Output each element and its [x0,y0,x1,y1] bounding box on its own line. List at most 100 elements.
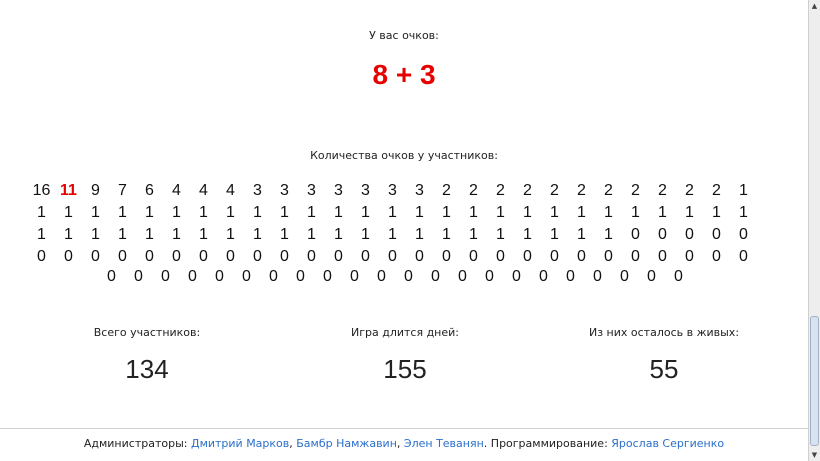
footer-programming-label: Программирование: [490,437,608,450]
points-value: 1 [118,226,127,243]
scroll-thumb[interactable] [810,316,819,446]
points-value: 0 [107,268,116,285]
footer-divider [0,428,808,429]
points-value: 1 [631,204,640,221]
points-value: 0 [145,248,154,265]
points-value: 1 [91,204,100,221]
points-value: 0 [631,248,640,265]
points-value: 1 [91,226,100,243]
points-row: 0 0 0 0 0 0 0 0 0 0 0 0 0 0 0 0 0 0 0 0 0 0 0 0 0 0 0 [28,246,757,268]
points-value: 2 [658,182,667,199]
content-area: У вас очков: 8 + 3 Количества очков у уч… [0,0,808,461]
distribution-label: Количества очков у участников: [310,149,498,162]
points-value: 0 [118,248,127,265]
admin-link-1[interactable]: Дмитрий Марков [191,437,289,450]
points-value: 16 [32,182,51,199]
stat-participants-label: Всего участников: [93,326,201,339]
points-value: 1 [64,226,73,243]
points-value: 0 [361,248,370,265]
points-value: 1 [226,226,235,243]
points-value: 1 [307,226,316,243]
stat-days-label: Игра длится дней: [350,326,459,339]
points-value: 1 [604,226,613,243]
points-value: 1 [172,226,181,243]
points-value: 2 [577,182,586,199]
points-value: 2 [631,182,640,199]
footer-admins-label: Администраторы: [83,437,188,450]
points-value: 0 [350,268,359,285]
points-value: 1 [739,182,748,199]
points-value: 1 [253,204,262,221]
points-value: 1 [253,226,262,243]
points-value: 3 [307,182,316,199]
vertical-scrollbar[interactable]: ▲ ▼ [808,0,820,461]
points-value: 1 [658,204,667,221]
points-value: 0 [458,268,467,285]
points-value: 2 [604,182,613,199]
points-value: 1 [712,204,721,221]
points-value: 3 [280,182,289,199]
points-value: 1 [496,204,505,221]
points-value: 1 [577,204,586,221]
points-value: 2 [712,182,721,199]
points-value: 0 [712,248,721,265]
points-value: 0 [469,248,478,265]
points-value: 2 [496,182,505,199]
points-value: 1 [172,204,181,221]
points-value: 1 [523,204,532,221]
admin-link-3[interactable]: Элен Теванян [404,437,484,450]
points-value: 0 [523,248,532,265]
admin-link-2[interactable]: Бамбр Намжавин [296,437,397,450]
stat-days: Игра длится дней: 155 [305,326,505,384]
points-value: 3 [361,182,370,199]
points-value: 0 [631,226,640,243]
points-value: 1 [361,226,370,243]
points-value: 0 [307,248,316,265]
points-value: 1 [280,204,289,221]
points-value: 0 [134,268,143,285]
points-value: 0 [172,248,181,265]
points-value: 1 [523,226,532,243]
points-value: 1 [415,226,424,243]
stat-alive: Из них осталось в живых: 55 [564,326,764,384]
points-value: 0 [739,248,748,265]
points-value: 0 [404,268,413,285]
points-value: 1 [334,226,343,243]
points-value: 6 [145,182,154,199]
points-value: 0 [188,268,197,285]
points-row: 0 0 0 0 0 0 0 0 0 0 0 0 0 0 0 0 0 0 0 0 0 0 [98,266,692,288]
points-value: 0 [485,268,494,285]
points-value: 0 [496,248,505,265]
points-value: 0 [739,226,748,243]
stat-participants-value: 134 [125,354,169,384]
points-value: 0 [323,268,332,285]
points-value: 0 [442,248,451,265]
points-value: 0 [593,268,602,285]
points-value: 0 [620,268,629,285]
points-value: 0 [647,268,656,285]
footer: Администраторы: Дмитрий Марков, Бамбр На… [83,437,725,450]
points-value: 0 [377,268,386,285]
points-value: 1 [280,226,289,243]
programmer-link[interactable]: Ярослав Сергиенко [611,437,724,450]
points-value: 0 [334,248,343,265]
stat-participants: Всего участников: 134 [47,326,247,384]
points-row: 1 1 1 1 1 1 1 1 1 1 1 1 1 1 1 1 1 1 1 1 1 1 1 1 1 1 1 [28,202,757,224]
points-value: 1 [361,204,370,221]
points-value: 4 [226,182,235,199]
points-value: 9 [91,182,100,199]
points-value: 2 [523,182,532,199]
score-value: 8 + 3 [372,59,436,90]
points-value: 0 [712,226,721,243]
points-value: 3 [253,182,262,199]
points-value: 1 [64,204,73,221]
points-value: 3 [415,182,424,199]
scroll-down-arrow-icon[interactable]: ▼ [809,449,820,461]
points-value: 1 [469,204,478,221]
points-row: 1 1 1 1 1 1 1 1 1 1 1 1 1 1 1 1 1 1 1 1 1 1 0 0 0 0 0 [28,224,757,246]
points-value: 0 [388,248,397,265]
scroll-up-arrow-icon[interactable]: ▲ [809,0,820,12]
points-value: 3 [388,182,397,199]
points-row: 16 11 9 7 6 4 4 4 3 3 3 3 3 3 3 2 2 2 2 2 2 2 2 2 2 2 1 [28,180,757,202]
points-value: 1 [118,204,127,221]
